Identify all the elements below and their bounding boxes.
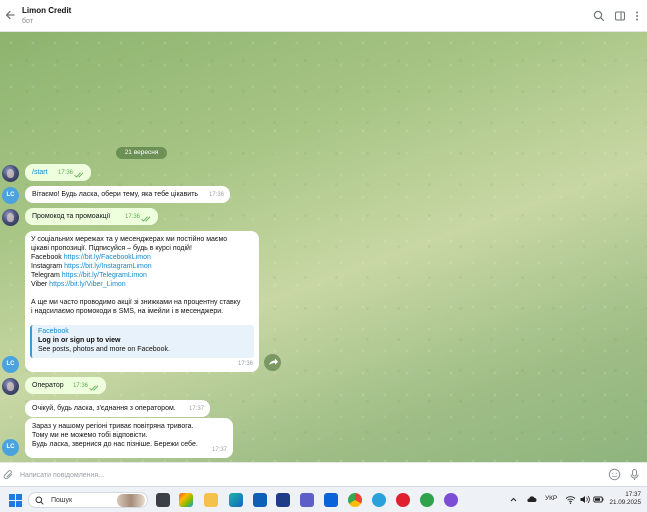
more-menu-icon[interactable] bbox=[632, 10, 642, 22]
chat-title[interactable]: Limon Credit bbox=[22, 6, 71, 15]
search-icon bbox=[35, 496, 44, 505]
bot-avatar[interactable]: LC bbox=[2, 439, 19, 456]
taskbar-search[interactable]: Пошук bbox=[28, 492, 148, 508]
bot-avatar[interactable]: LC bbox=[2, 356, 19, 373]
message-incoming[interactable]: Зараз у нашому регіоні триває повітряна … bbox=[25, 418, 233, 458]
search-icon[interactable] bbox=[593, 10, 605, 22]
message-time: 17:36 bbox=[237, 361, 253, 367]
message-incoming[interactable]: Очікуй, будь ласка, з'єднання з оператор… bbox=[25, 400, 210, 417]
message-text: Вітаємо! Будь ласка, обери тему, яка теб… bbox=[32, 191, 199, 198]
forward-arrow-icon bbox=[269, 358, 278, 365]
search-highlight-image bbox=[117, 494, 145, 507]
message-line: Будь ласка, звернися до нас пізніше. Бер… bbox=[32, 441, 198, 448]
message-text: Оператор bbox=[32, 382, 64, 389]
instagram-link[interactable]: https://bit.ly/InstagramLimon bbox=[64, 263, 152, 270]
task-view-icon[interactable] bbox=[156, 493, 170, 507]
forward-button[interactable] bbox=[264, 354, 281, 371]
facebook-link[interactable]: https://bit.ly/FacebookLimon bbox=[64, 254, 151, 261]
message-time: 17:37 bbox=[211, 447, 227, 453]
message-line: Зараз у нашому регіоні триває повітряна … bbox=[32, 423, 194, 430]
message-outgoing[interactable]: /start 17:36 bbox=[25, 164, 91, 181]
read-checkmarks-icon bbox=[89, 385, 99, 391]
link-preview[interactable]: Facebook Log in or sign up to view See p… bbox=[30, 325, 254, 358]
telegram-link[interactable]: https://bit.ly/TelegramLimon bbox=[62, 272, 147, 279]
l-app-icon[interactable] bbox=[276, 493, 290, 507]
social-link-row: Instagram https://bit.ly/InstagramLimon bbox=[31, 263, 152, 270]
clock-time: 17:37 bbox=[625, 491, 641, 498]
viber-icon[interactable] bbox=[444, 493, 458, 507]
message-outgoing[interactable]: Промокод та промоакції 17:36 bbox=[25, 208, 158, 225]
cloud-icon[interactable] bbox=[526, 494, 537, 505]
language-indicator[interactable]: УКР bbox=[545, 495, 557, 502]
teams-icon[interactable] bbox=[300, 493, 314, 507]
store-icon[interactable] bbox=[253, 493, 267, 507]
social-link-row: Telegram https://bit.ly/TelegramLimon bbox=[31, 272, 147, 279]
link-preview-description: See posts, photos and more on Facebook. bbox=[38, 346, 170, 353]
link-preview-title: Log in or sign up to view bbox=[38, 337, 121, 344]
sidebar-toggle-icon[interactable] bbox=[614, 10, 626, 22]
whatsapp-icon[interactable] bbox=[420, 493, 434, 507]
message-line: У соціальних мережах та у месенджерах ми… bbox=[31, 236, 228, 243]
message-incoming[interactable]: У соціальних мережах та у месенджерах ми… bbox=[25, 231, 259, 372]
chat-subtitle: бот bbox=[22, 18, 33, 25]
message-text[interactable]: /start bbox=[32, 169, 48, 176]
opera-icon[interactable] bbox=[396, 493, 410, 507]
microphone-icon[interactable] bbox=[629, 468, 640, 481]
paperclip-icon[interactable] bbox=[3, 469, 14, 481]
message-time: 17:36 bbox=[208, 192, 224, 198]
message-line: Тому ми не можемо тобі відповісти. bbox=[32, 432, 148, 439]
message-line: цікаві пропозиції. Підписуйся – будь в к… bbox=[31, 245, 192, 252]
user-avatar[interactable] bbox=[2, 209, 19, 226]
telegram-icon[interactable] bbox=[372, 493, 386, 507]
emoji-icon[interactable] bbox=[608, 468, 621, 481]
message-line: і надсилаємо промокоди в SMS, на імейли … bbox=[31, 308, 224, 315]
message-time: 17:36 bbox=[124, 214, 140, 220]
social-link-row: Facebook https://bit.ly/FacebookLimon bbox=[31, 254, 151, 261]
message-text: Промокод та промоакції bbox=[32, 213, 111, 220]
chat-area[interactable]: 21 вересня /start 17:36 LC Вітаємо! Будь… bbox=[0, 32, 647, 462]
viber-link[interactable]: https://bit.ly/Viber_Limon bbox=[49, 281, 126, 288]
message-time: 17:36 bbox=[72, 383, 88, 389]
message-composer bbox=[0, 462, 647, 486]
battery-icon[interactable] bbox=[593, 494, 604, 505]
edge-icon[interactable] bbox=[229, 493, 243, 507]
back-arrow-icon[interactable] bbox=[4, 9, 16, 21]
wifi-icon[interactable] bbox=[565, 494, 576, 505]
message-text: Очікуй, будь ласка, з'єднання з оператор… bbox=[32, 405, 176, 412]
user-avatar[interactable] bbox=[2, 378, 19, 395]
copilot-icon[interactable] bbox=[179, 493, 193, 507]
message-incoming[interactable]: Вітаємо! Будь ласка, обери тему, яка теб… bbox=[25, 186, 230, 203]
message-outgoing[interactable]: Оператор 17:36 bbox=[25, 377, 106, 394]
link-preview-site: Facebook bbox=[38, 328, 69, 335]
chat-header: Limon Credit бот bbox=[0, 0, 647, 32]
chevron-up-icon[interactable] bbox=[508, 494, 519, 505]
read-checkmarks-icon bbox=[74, 172, 84, 178]
chrome-icon[interactable] bbox=[348, 493, 362, 507]
read-checkmarks-icon bbox=[141, 216, 151, 222]
message-time: 17:37 bbox=[188, 406, 204, 412]
social-link-row: Viber https://bit.ly/Viber_Limon bbox=[31, 281, 126, 288]
volume-icon[interactable] bbox=[579, 494, 590, 505]
windows-taskbar: Пошук УКР 17:37 21.09.2025 bbox=[0, 486, 647, 512]
clock-date: 21.09.2025 bbox=[609, 499, 641, 506]
dropbox-icon[interactable] bbox=[324, 493, 338, 507]
file-explorer-icon[interactable] bbox=[204, 493, 218, 507]
date-divider: 21 вересня bbox=[116, 147, 167, 159]
message-line: А ще ми часто проводимо акції зі знижкам… bbox=[31, 299, 241, 306]
user-avatar[interactable] bbox=[2, 165, 19, 182]
message-time: 17:36 bbox=[57, 170, 73, 176]
search-label: Пошук bbox=[51, 497, 73, 504]
windows-start-icon[interactable] bbox=[9, 494, 22, 507]
message-input[interactable] bbox=[20, 467, 580, 483]
system-clock[interactable]: 17:37 21.09.2025 bbox=[609, 491, 641, 507]
bot-avatar[interactable]: LC bbox=[2, 187, 19, 204]
